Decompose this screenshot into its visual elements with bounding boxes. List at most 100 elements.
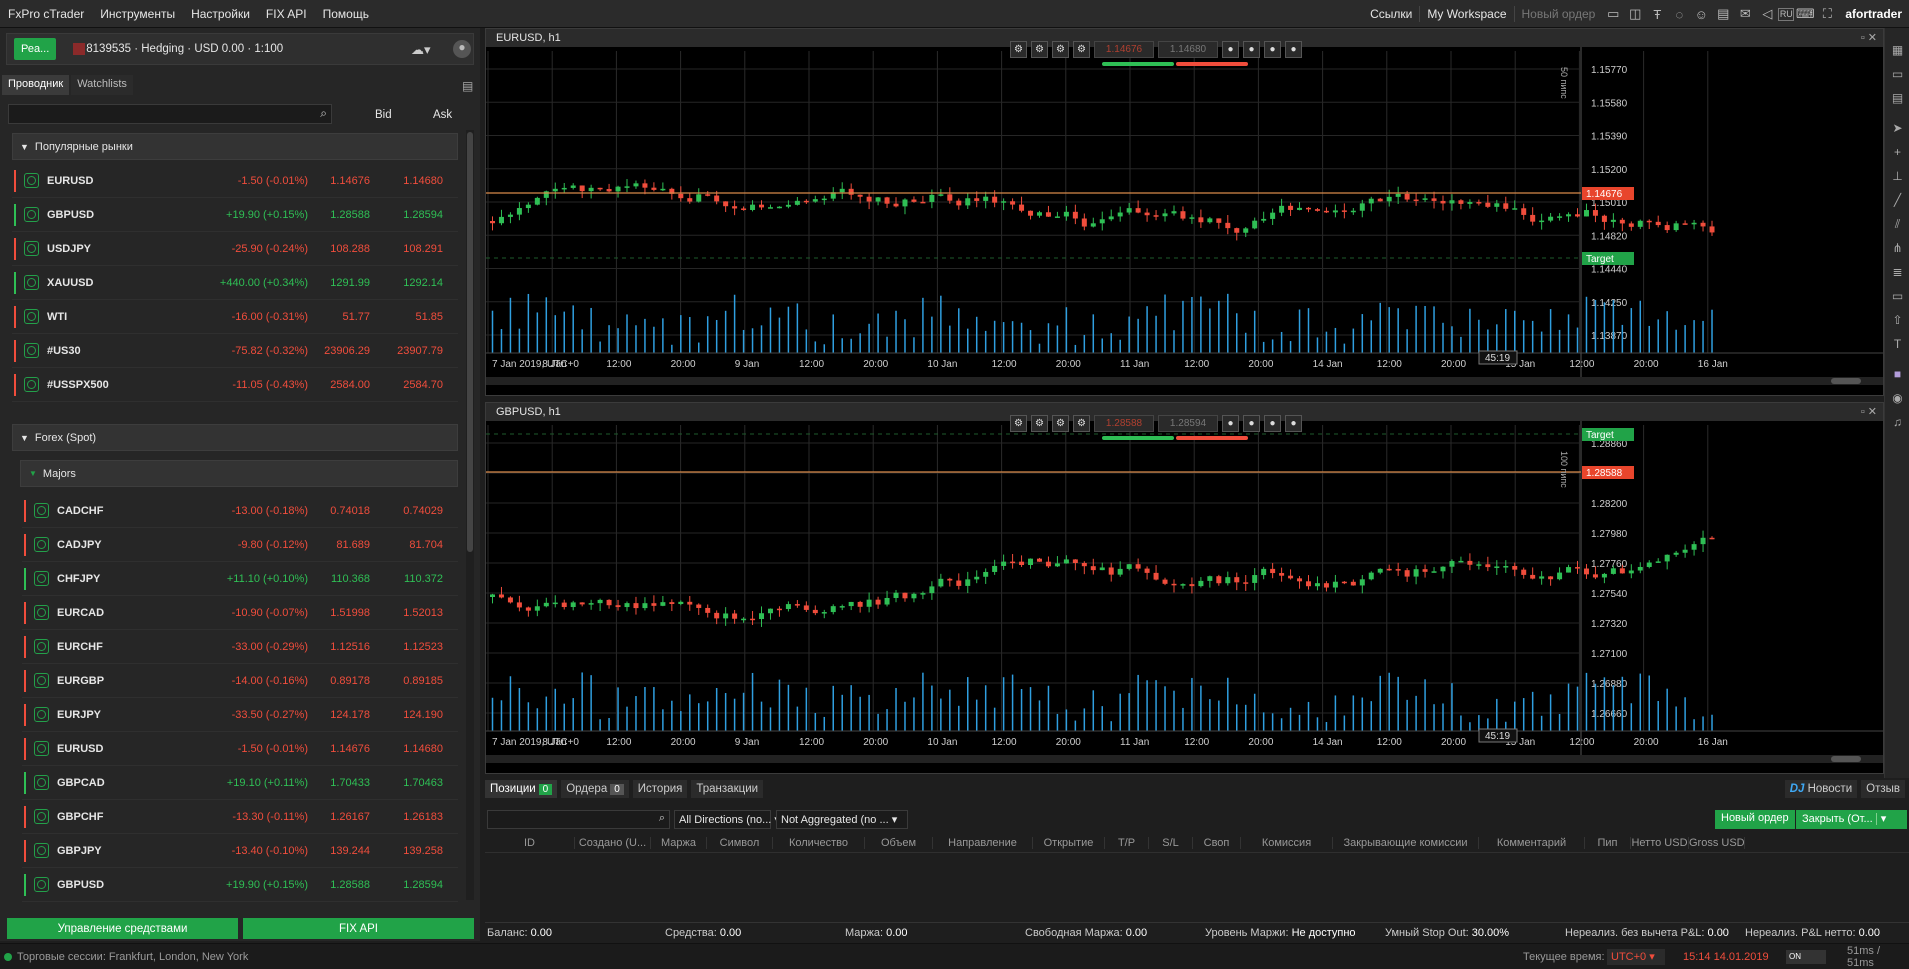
manage-funds-button[interactable]: Управление средствами <box>7 918 238 939</box>
bid-price[interactable]: 1.14676 <box>330 743 370 755</box>
ask-price[interactable]: 110.372 <box>404 573 443 585</box>
fibonacci-icon[interactable]: ≣ <box>1889 264 1906 281</box>
arrow-icon[interactable]: ⇧ <box>1889 312 1906 329</box>
indicators-icon[interactable]: ● <box>1222 415 1239 432</box>
indicators-icon[interactable]: ● <box>1222 41 1239 58</box>
theme-icon[interactable]: ● <box>1264 415 1281 432</box>
chat-icon[interactable]: ◌ <box>1668 3 1690 25</box>
new-order-button[interactable]: Новый ордер <box>1715 810 1795 829</box>
new-order-button[interactable]: Новый ордер <box>1515 7 1603 21</box>
share-icon[interactable]: ● <box>1285 41 1302 58</box>
bid-price[interactable]: 0.74018 <box>330 505 370 517</box>
tab-news[interactable]: DJ Новости <box>1784 780 1858 798</box>
star-icon[interactable] <box>34 537 49 552</box>
star-icon[interactable] <box>34 707 49 722</box>
ask-price[interactable]: 1.52013 <box>403 607 443 619</box>
ask-price[interactable]: 1.14680 <box>403 743 443 755</box>
share-icon[interactable]: ● <box>1285 415 1302 432</box>
star-icon[interactable] <box>34 571 49 586</box>
bid-price[interactable]: 124.178 <box>330 709 370 721</box>
menu-fix-api[interactable]: FIX API <box>258 7 315 21</box>
star-icon[interactable] <box>34 605 49 620</box>
bid-price[interactable]: 1.28588 <box>330 879 370 891</box>
tab-transactions[interactable]: Транзакции <box>691 780 764 798</box>
scroll-thumb[interactable] <box>1831 378 1861 384</box>
star-icon[interactable] <box>34 809 49 824</box>
symbol-row[interactable]: EURJPY -33.50 (-0.27%) 124.178 124.190 <box>22 698 458 732</box>
symbol-row[interactable]: CHFJPY +11.10 (+0.10%) 110.368 110.372 <box>22 562 458 596</box>
column-header[interactable]: Нетто USD <box>1631 836 1689 849</box>
column-header[interactable]: Открытие <box>1033 836 1105 849</box>
symbol-row[interactable]: GBPUSD +19.90 (+0.15%) 1.28588 1.28594 <box>22 868 458 902</box>
chevron-down-icon[interactable]: ▾ <box>1875 813 1887 825</box>
column-header[interactable]: ID <box>485 836 575 849</box>
rectangle-icon[interactable]: ▭ <box>1889 288 1906 305</box>
star-icon[interactable] <box>34 639 49 654</box>
bid-price[interactable]: 139.244 <box>330 845 370 857</box>
symbol-row[interactable]: USDCAD-11.40 (-0.09%)1.325491.32558 <box>22 902 458 906</box>
ask-price[interactable]: 0.89185 <box>403 675 443 687</box>
layout-icon[interactable]: ▦ <box>1889 42 1906 59</box>
star-icon[interactable] <box>34 503 49 518</box>
fullscreen-icon[interactable]: ⛶ <box>1816 3 1838 25</box>
bid-price[interactable]: 0.89178 <box>330 675 370 687</box>
directions-select[interactable]: All Directions (no... ▾ <box>674 810 780 829</box>
sound-icon[interactable]: ◁ <box>1756 3 1778 25</box>
tab-orders[interactable]: Ордера 0 <box>561 780 629 798</box>
people-icon[interactable]: ☺ <box>1690 3 1712 25</box>
scroll-thumb[interactable] <box>1831 756 1861 762</box>
ask-price[interactable]: 81.704 <box>409 539 443 551</box>
column-header[interactable]: Комментарий <box>1479 836 1585 849</box>
pitchfork-icon[interactable]: ⋔ <box>1889 240 1906 257</box>
theme-icon[interactable]: ● <box>1264 41 1281 58</box>
cursor-icon[interactable]: ➤ <box>1889 120 1906 137</box>
column-header[interactable]: Маржа <box>651 836 707 849</box>
symbol-row[interactable]: EURUSD -1.50 (-0.01%) 1.14676 1.14680 <box>22 732 458 766</box>
symbol-row[interactable]: CADCHF -13.00 (-0.18%) 0.74018 0.74029 <box>22 494 458 528</box>
column-header[interactable]: Gross USD <box>1689 836 1745 849</box>
ask-price[interactable]: 0.74029 <box>403 505 443 517</box>
tab-feedback[interactable]: Отзыв <box>1861 780 1905 798</box>
single-layout-icon[interactable]: ▭ <box>1889 66 1906 83</box>
star-icon[interactable] <box>34 843 49 858</box>
price-chart[interactable]: 1.288601.284201.282001.279801.277601.275… <box>486 421 1883 773</box>
symbol-row[interactable]: EURGBP -14.00 (-0.16%) 0.89178 0.89185 <box>22 664 458 698</box>
tab-history[interactable]: История <box>632 780 688 798</box>
user-name[interactable]: afortrader <box>1838 7 1909 21</box>
zoom-icon[interactable]: ⚙ <box>1010 415 1027 432</box>
bid-price[interactable]: 1.26167 <box>330 811 370 823</box>
color-icon[interactable]: ■ <box>1889 366 1906 383</box>
price-chart[interactable]: 1.157701.155801.153901.152001.150101.148… <box>486 47 1883 395</box>
column-header[interactable]: Комиссия <box>1241 836 1333 849</box>
ask-price[interactable]: 1.12523 <box>403 641 443 653</box>
crosshair-icon[interactable]: + <box>1889 144 1906 161</box>
ask-price[interactable]: 139.258 <box>403 845 443 857</box>
aggregation-select[interactable]: Not Aggregated (no ... ▾ <box>776 810 908 829</box>
bid-price[interactable]: 1.70433 <box>330 777 370 789</box>
symbol-row[interactable]: GBPCAD +19.10 (+0.11%) 1.70433 1.70463 <box>22 766 458 800</box>
menu-help[interactable]: Помощь <box>315 7 377 21</box>
language-badge[interactable]: RU <box>1778 7 1795 21</box>
bid-price[interactable]: 1.51998 <box>330 607 370 619</box>
ask-price[interactable]: 1.26183 <box>403 811 443 823</box>
menu-settings[interactable]: Настройки <box>183 7 258 21</box>
star-icon[interactable] <box>34 877 49 892</box>
workspace-menu[interactable]: My Workspace <box>1420 7 1513 21</box>
ask-price[interactable]: 1.70463 <box>403 777 443 789</box>
chart-gbpusd[interactable]: GBPUSD, h1 ▫ ✕ 1.288601.284201.282001.27… <box>485 402 1884 774</box>
menu-instruments[interactable]: Инструменты <box>92 7 183 21</box>
channel-icon[interactable]: ⫽ <box>1889 216 1906 233</box>
chart-type-icon[interactable]: ◫ <box>1624 3 1646 25</box>
column-header[interactable]: Объем <box>865 836 933 849</box>
split-layout-icon[interactable]: ▤ <box>1889 90 1906 107</box>
symbol-row[interactable]: EURCHF -33.00 (-0.29%) 1.12516 1.12523 <box>22 630 458 664</box>
symbol-row[interactable]: GBPCHF -13.30 (-0.11%) 1.26167 1.26183 <box>22 800 458 834</box>
column-header[interactable]: Количество <box>773 836 865 849</box>
sell-button[interactable]: 1.14676 <box>1094 41 1154 58</box>
buy-button[interactable]: 1.28594 <box>1158 415 1218 432</box>
sell-button[interactable]: 1.28588 <box>1094 415 1154 432</box>
star-icon[interactable] <box>34 775 49 790</box>
chart-type-icon[interactable]: ⚙ <box>1073 415 1090 432</box>
close-positions-button[interactable]: Закрыть (От... ▾ <box>1796 810 1907 829</box>
text-icon[interactable]: T <box>1889 336 1906 353</box>
